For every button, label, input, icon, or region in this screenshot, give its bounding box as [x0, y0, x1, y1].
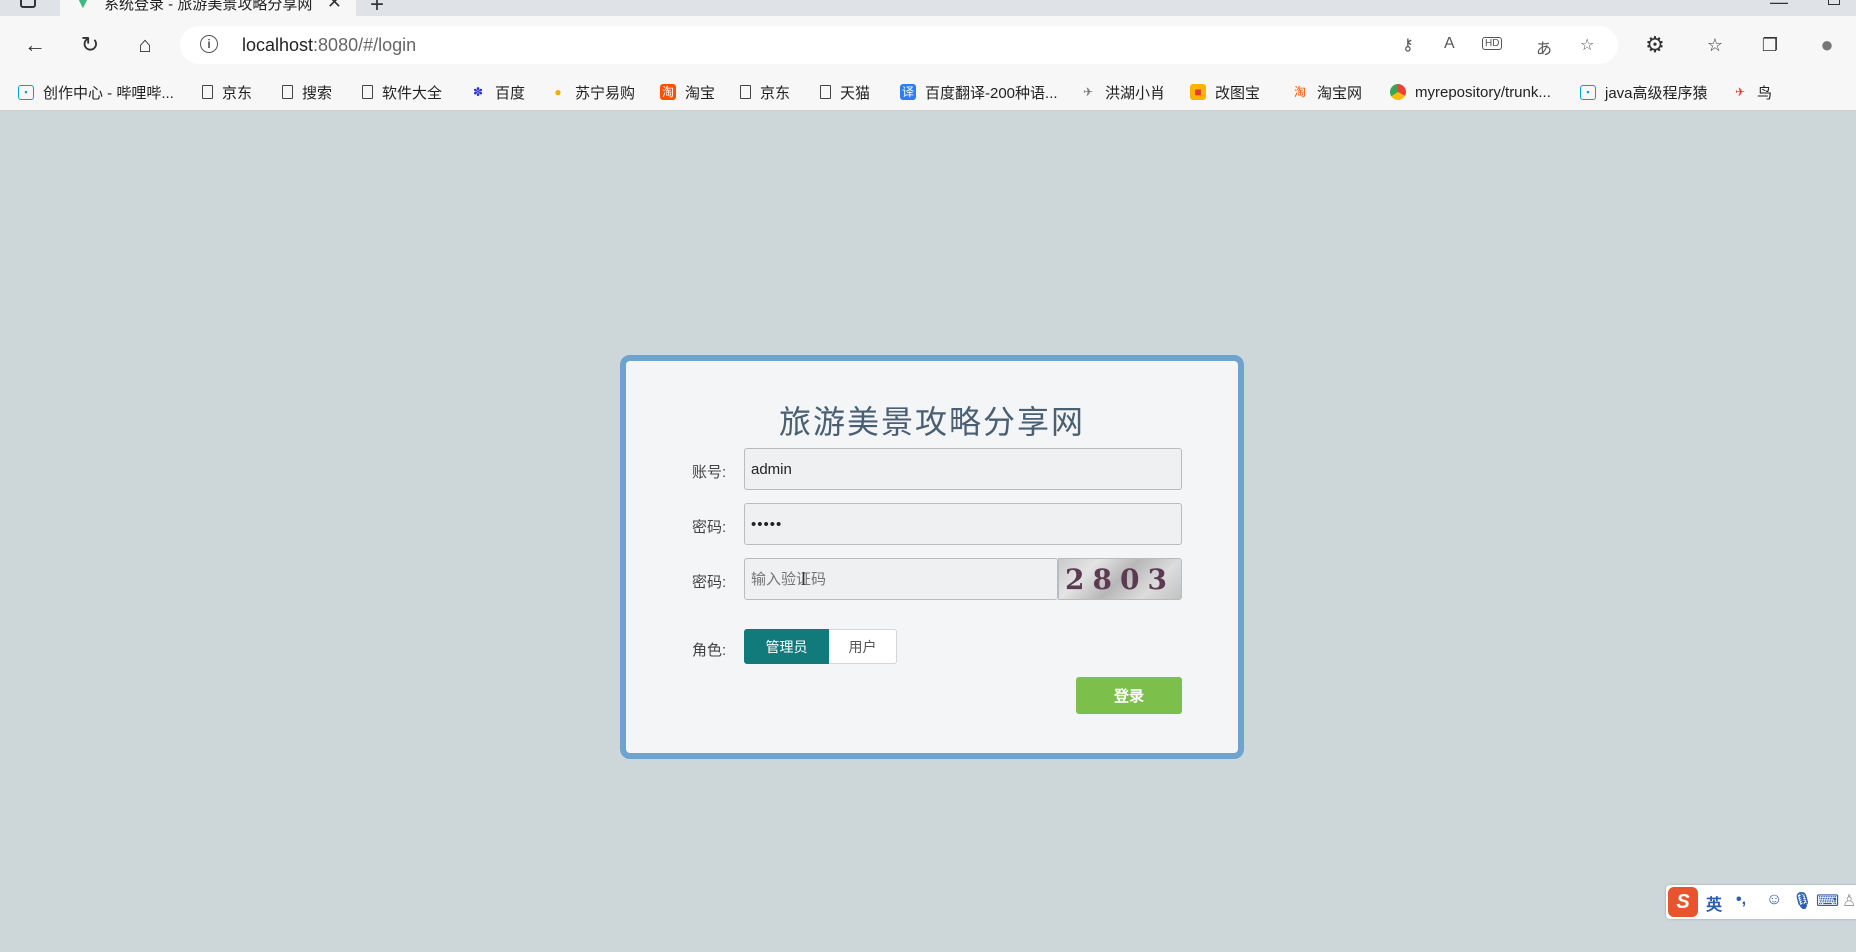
keyboard-icon[interactable]: ⌨	[1816, 891, 1839, 911]
read-aloud-icon[interactable]: A	[1444, 35, 1455, 53]
minimize-icon[interactable]: —	[1770, 0, 1788, 13]
file-icon	[282, 85, 293, 99]
captcha-image[interactable]: 2803	[1058, 558, 1182, 600]
file-icon	[362, 85, 373, 99]
new-tab-icon[interactable]: +	[370, 0, 384, 16]
bookmark-item[interactable]: ■ 改图宝	[1190, 79, 1260, 105]
file-icon	[202, 85, 213, 99]
site-info-icon[interactable]: i	[200, 35, 218, 53]
login-button[interactable]: 登录	[1076, 677, 1182, 714]
sidebar-toggle-icon[interactable]	[20, 0, 36, 8]
bookmark-item[interactable]: ▪ java高级程序猿	[1580, 79, 1708, 105]
profile-avatar-icon[interactable]: ●	[1812, 30, 1842, 60]
file-icon	[740, 85, 751, 99]
bookmark-item[interactable]: ✈ 洪湖小肖	[1080, 79, 1165, 105]
captcha-input[interactable]	[744, 558, 1058, 600]
bookmark-item[interactable]: ▪ 创作中心 - 哔哩哔...	[18, 79, 174, 105]
sogou-logo-icon[interactable]: S	[1668, 887, 1698, 917]
vue-favicon-icon: ▼	[76, 0, 90, 11]
ime-mode-toggle[interactable]: 英	[1706, 891, 1722, 915]
taobao-icon: 淘	[660, 84, 676, 100]
emoji-icon[interactable]: ☺	[1766, 891, 1782, 909]
microphone-icon[interactable]: 🎙	[1792, 891, 1812, 911]
bookmarks-bar: ▪ 创作中心 - 哔哩哔... 京东 搜索 软件大全 ✽ 百度 ● 苏宁易购 淘淘宝 …	[0, 74, 1856, 111]
bird-icon: ✈	[1082, 85, 1094, 99]
bookmark-item[interactable]: ● 苏宁易购	[550, 79, 635, 105]
bookmark-item[interactable]: 软件大全	[362, 79, 442, 105]
bookmark-item[interactable]: ✽ 百度	[470, 79, 525, 105]
bookmark-item[interactable]: myrepository/trunk...	[1390, 79, 1551, 105]
baidu-translate-icon: 译	[900, 84, 916, 100]
translate-icon[interactable]: あ	[1536, 35, 1552, 59]
password-label: 密码:	[692, 519, 727, 536]
bird-icon: ✈	[1734, 85, 1746, 99]
add-favorite-icon[interactable]: ☆	[1580, 35, 1594, 55]
bookmark-item[interactable]: ✈ 鸟	[1732, 79, 1772, 105]
key-icon[interactable]: ⚷	[1402, 35, 1414, 55]
ime-punct-toggle[interactable]: •,	[1736, 891, 1746, 909]
back-icon[interactable]: ←	[20, 30, 50, 60]
bookmark-item[interactable]: 天猫	[820, 79, 870, 105]
home-icon[interactable]: ⌂	[130, 30, 160, 60]
user-icon[interactable]: ♙	[1842, 891, 1856, 911]
collections-icon[interactable]: ❐	[1755, 30, 1785, 60]
captcha-label: 密码:	[692, 574, 727, 591]
role-admin-button[interactable]: 管理员	[744, 629, 829, 664]
url-text[interactable]: localhost:8080/#/login	[242, 35, 416, 56]
text-cursor-icon: I	[801, 569, 807, 589]
favorites-icon[interactable]: ☆	[1700, 30, 1730, 60]
suning-icon: ●	[554, 85, 562, 99]
bookmark-item[interactable]: 搜索	[282, 79, 332, 105]
bookmark-item[interactable]: 淘淘宝	[660, 79, 715, 105]
tab-title: 系统登录 - 旅游美景攻略分享网	[104, 0, 313, 13]
address-bar[interactable]: i localhost:8080/#/login ⚷ A HD あ ☆	[180, 26, 1618, 64]
page-title: 旅游美景攻略分享网	[778, 403, 1085, 441]
file-icon	[820, 85, 831, 99]
baidu-icon: ✽	[472, 85, 484, 99]
bookmark-item[interactable]: 淘淘宝网	[1292, 79, 1362, 105]
extensions-icon[interactable]: ⚙	[1640, 30, 1670, 60]
browser-tab-active[interactable]: ▼ 系统登录 - 旅游美景攻略分享网 ✕	[60, 0, 356, 16]
login-card: 旅游美景攻略分享网 账号: 密码: 密码: 2803 I 角色: 管理员 用户 …	[620, 355, 1244, 759]
hd-icon[interactable]: HD	[1482, 37, 1503, 50]
refresh-icon[interactable]: ↻	[75, 30, 105, 60]
role-user-button[interactable]: 用户	[829, 629, 897, 664]
ime-toolbar: S 英 •, ☺ 🎙 ⌨ ♙	[1666, 885, 1856, 919]
bookmark-item[interactable]: 译百度翻译-200种语...	[900, 79, 1058, 105]
password-input[interactable]	[744, 503, 1182, 545]
username-input[interactable]	[744, 448, 1182, 490]
browser-toolbar: ← ↻ ⌂ i localhost:8080/#/login ⚷ A HD あ …	[0, 16, 1856, 74]
bookmark-item[interactable]: 京东	[740, 79, 790, 105]
taobao-icon: 淘	[1293, 85, 1306, 99]
chrome-icon	[1390, 84, 1406, 100]
bilibili-icon: ▪	[18, 84, 34, 100]
gaitubao-icon: ■	[1190, 84, 1206, 100]
role-label: 角色:	[692, 642, 727, 659]
maximize-icon[interactable]	[1828, 0, 1840, 5]
bookmark-item[interactable]: 京东	[202, 79, 252, 105]
tab-close-icon[interactable]: ✕	[327, 0, 342, 13]
tab-strip: ▼ 系统登录 - 旅游美景攻略分享网 ✕ + —	[0, 0, 1856, 16]
bilibili-icon: ▪	[1580, 84, 1596, 100]
page-content: 旅游美景攻略分享网 账号: 密码: 密码: 2803 I 角色: 管理员 用户 …	[0, 111, 1856, 952]
username-label: 账号:	[692, 464, 727, 481]
